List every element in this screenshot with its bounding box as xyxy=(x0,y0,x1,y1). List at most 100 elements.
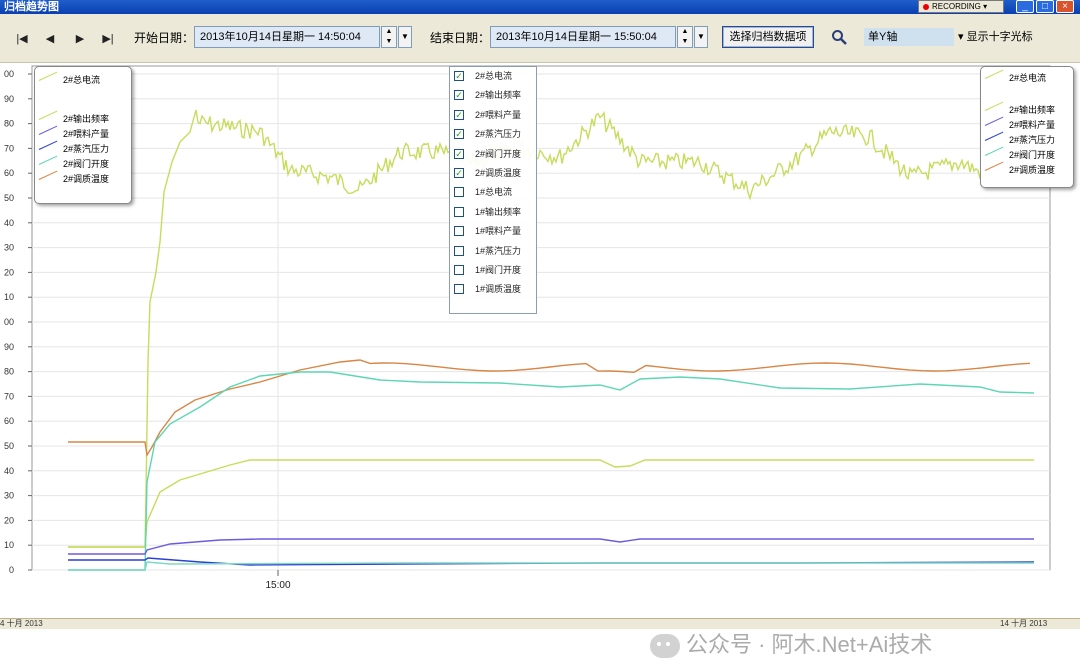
trend-chart[interactable]: 00 90 80 70 60 50 40 30 20 10 00 90 80 70 60 50 40 30 20 10… xyxy=(0,62,1080,618)
plot-border xyxy=(31,65,1051,571)
checkbox[interactable]: ✓ xyxy=(454,148,464,159)
legend-entry: 2#输出频率 xyxy=(981,101,1073,118)
recording-label: RECORDING xyxy=(932,2,981,11)
spin-down-icon[interactable]: ▼ xyxy=(678,37,692,47)
series-option[interactable]: ✓ 2#阀门开度 xyxy=(450,145,536,164)
first-page-button[interactable]: |◀ xyxy=(12,30,32,48)
legend-swatch xyxy=(38,71,58,81)
start-date-label: 开始日期： xyxy=(134,31,195,45)
series-option-label: 2#阀门开度 xyxy=(475,148,522,159)
legend-swatch xyxy=(38,155,58,165)
checkbox[interactable]: ✓ xyxy=(454,129,464,140)
checkbox[interactable] xyxy=(454,187,464,198)
legend-entry: 2#输出频率 xyxy=(35,110,131,127)
status-bar: 4 十月 2013 14 十月 2013 xyxy=(0,618,1080,629)
y-tick-label: 20 xyxy=(4,267,14,277)
legend-entry: 2#蒸汽压力 xyxy=(35,140,131,157)
maximize-button[interactable]: □ xyxy=(1036,0,1054,13)
series-option[interactable]: ✓ 2#蒸汽压力 xyxy=(450,125,536,144)
toolbar: |◀ ◀ ▶ ▶| 开始日期： 2013年10月14日星期一 14:50:04 … xyxy=(0,14,1080,63)
select-archive-items-button[interactable]: 选择归档数据项 xyxy=(722,26,814,48)
series-option[interactable]: ✓ 2#喂料产量 xyxy=(450,106,536,125)
checkbox[interactable] xyxy=(454,284,464,295)
y-tick-label: 70 xyxy=(4,391,14,401)
y-axis-mode-select[interactable]: 单Y轴 xyxy=(864,28,954,46)
checkbox[interactable]: ✓ xyxy=(454,90,464,101)
legend-label: 2#总电流 xyxy=(63,75,101,85)
series-line-feed-output xyxy=(68,538,1034,555)
x-tick-label: 15:00 xyxy=(265,580,290,591)
checkbox[interactable] xyxy=(454,206,464,217)
spin-up-icon[interactable]: ▲ xyxy=(382,27,396,37)
legend-label: 2#总电流 xyxy=(1009,73,1047,83)
legend-swatch xyxy=(38,110,58,120)
series-option-label: 2#喂料产量 xyxy=(475,109,522,120)
start-date-input[interactable]: 2013年10月14日星期一 14:50:04 xyxy=(194,26,380,48)
legend-label: 2#蒸汽压力 xyxy=(63,144,110,154)
y-tick-label: 90 xyxy=(4,342,14,352)
chart-grid xyxy=(31,65,1051,571)
checkbox[interactable]: ✓ xyxy=(454,71,464,81)
legend-label: 2#阀门开度 xyxy=(63,159,110,169)
end-date-dropdown-button[interactable]: ▼ xyxy=(694,26,708,48)
crosshair-label: 显示十字光标 xyxy=(966,31,1033,43)
series-option-label: 2#输出频率 xyxy=(475,90,522,101)
crosshair-option[interactable]: ▾ 显示十字光标 xyxy=(958,28,1048,46)
series-option[interactable]: ✓ 2#总电流 xyxy=(450,67,536,86)
series-option-label: 1#蒸汽压力 xyxy=(475,245,522,256)
x-axis: 15:00 xyxy=(265,570,291,591)
series-option-label: 1#阀门开度 xyxy=(475,264,522,275)
legend-swatch xyxy=(984,69,1004,79)
checkbox[interactable] xyxy=(454,264,464,275)
checkbox[interactable] xyxy=(454,245,464,256)
spin-down-icon[interactable]: ▼ xyxy=(382,37,396,47)
y-tick-label: 30 xyxy=(4,491,14,501)
series-option[interactable]: 1#阀门开度 xyxy=(450,261,536,280)
previous-page-button[interactable]: ◀ xyxy=(40,30,60,48)
last-page-button[interactable]: ▶| xyxy=(98,30,118,48)
y-tick-label: 50 xyxy=(4,193,14,203)
checkbox[interactable]: ✓ xyxy=(454,167,464,178)
checkbox[interactable] xyxy=(454,226,464,237)
start-date-spinner[interactable]: ▲ ▼ xyxy=(381,26,397,48)
end-date-input[interactable]: 2013年10月14日星期一 15:50:04 xyxy=(490,26,676,48)
end-date-spinner[interactable]: ▲ ▼ xyxy=(677,26,693,48)
series-line-conditioning-temp xyxy=(68,359,1031,457)
search-icon[interactable] xyxy=(831,29,847,45)
legend-label: 2#调质温度 xyxy=(63,174,110,184)
series-option[interactable]: 1#蒸汽压力 xyxy=(450,242,536,261)
recording-indicator[interactable]: RECORDING ▾ xyxy=(918,0,1004,13)
series-line-baseline xyxy=(68,561,1034,571)
next-page-button[interactable]: ▶ xyxy=(70,30,90,48)
y-tick-label: 90 xyxy=(4,94,14,104)
series-select-dropdown[interactable]: ✓ 2#总电流 ✓ 2#输出频率 ✓ 2#喂料产量 ✓ 2#蒸汽压力 ✓ 2#阀门开度 ✓… xyxy=(449,66,537,314)
legend-entry: 2#喂料产量 xyxy=(981,116,1073,133)
close-button[interactable]: × xyxy=(1056,0,1074,13)
legend-label: 2#喂料产量 xyxy=(1009,120,1056,130)
legend-entry: 2#阀门开度 xyxy=(35,155,131,172)
series-option[interactable]: ✓ 2#调质温度 xyxy=(450,164,536,183)
series-option[interactable]: 1#总电流 xyxy=(450,183,536,202)
legend-label: 2#阀门开度 xyxy=(1009,150,1056,160)
minimize-button[interactable]: _ xyxy=(1016,0,1034,13)
y-tick-label: 60 xyxy=(4,168,14,178)
window-title-bar: 归档趋势图 RECORDING ▾ _ □ × xyxy=(0,0,1080,14)
series-option[interactable]: 1#调质温度 xyxy=(450,280,536,299)
end-date-label: 结束日期： xyxy=(430,31,491,45)
y-tick-label: 50 xyxy=(4,441,14,451)
y-tick-label: 00 xyxy=(4,317,14,327)
legend-swatch xyxy=(38,125,58,135)
series-option[interactable]: 1#喂料产量 xyxy=(450,222,536,241)
legend-entry: 2#总电流 xyxy=(35,71,131,88)
spin-up-icon[interactable]: ▲ xyxy=(678,27,692,37)
checkbox[interactable]: ✓ xyxy=(454,109,464,120)
y-tick-label: 70 xyxy=(4,143,14,153)
start-date-dropdown-button[interactable]: ▼ xyxy=(398,26,412,48)
series-option[interactable]: ✓ 2#输出频率 xyxy=(450,86,536,105)
y-tick-label: 10 xyxy=(4,292,14,302)
chart-series xyxy=(68,109,1035,571)
legend-entry: 2#喂料产量 xyxy=(35,125,131,142)
series-option[interactable]: 1#输出频率 xyxy=(450,203,536,222)
legend-entry: 2#蒸汽压力 xyxy=(981,131,1073,148)
wechat-logo-icon xyxy=(650,634,680,659)
